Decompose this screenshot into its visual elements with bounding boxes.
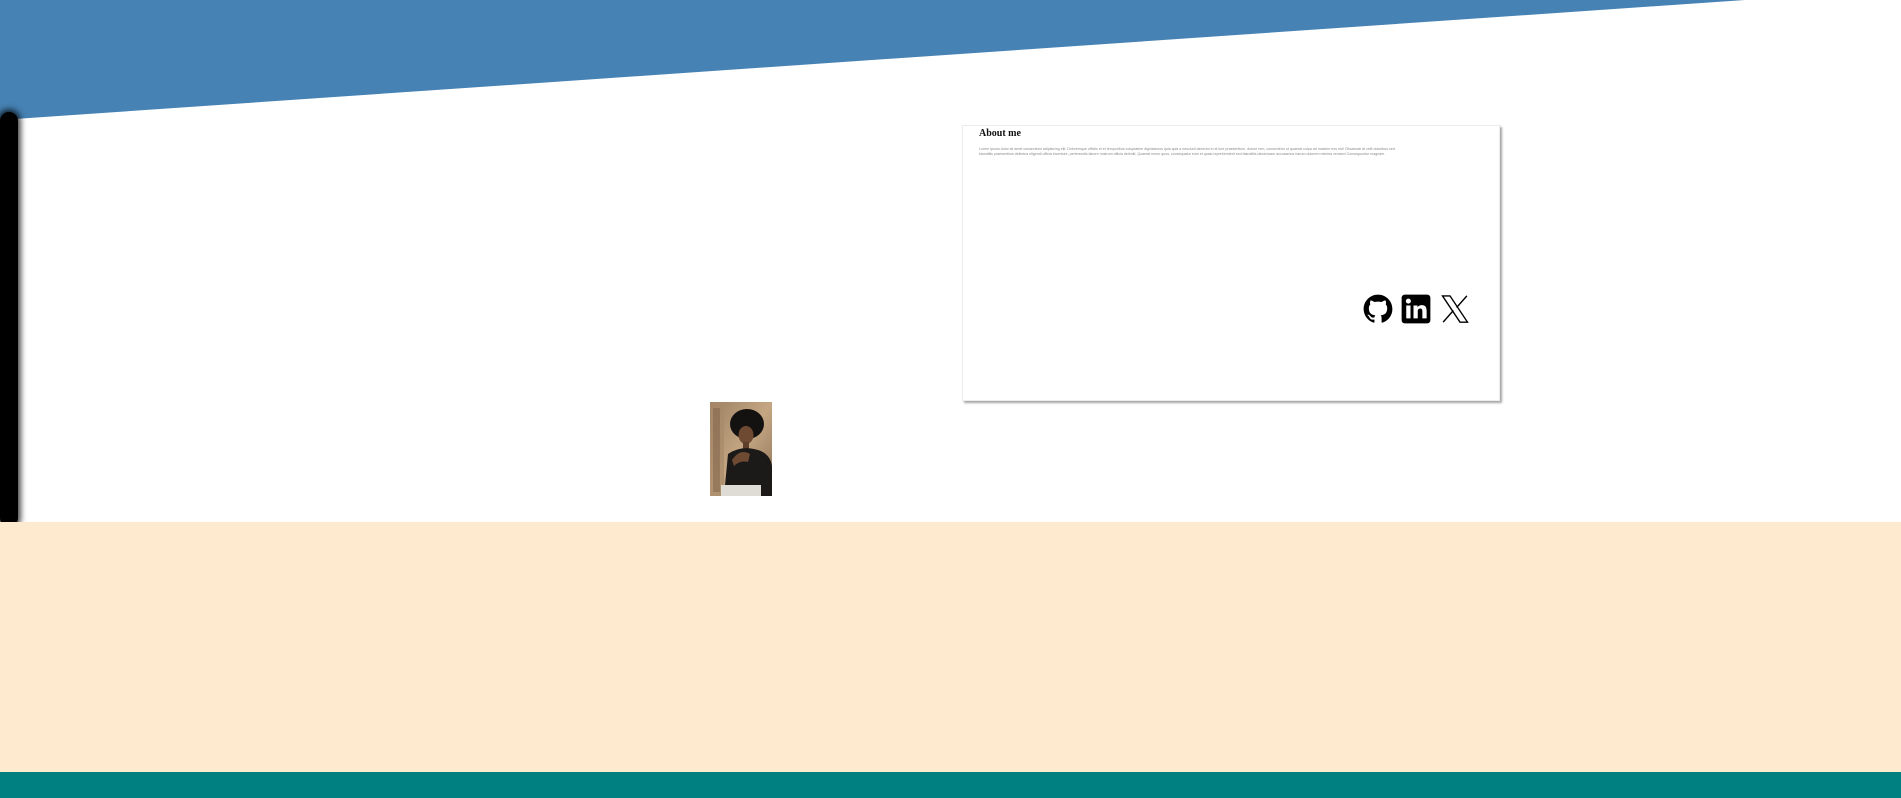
side-drawer-edge[interactable] xyxy=(0,112,18,527)
about-card: About me Lorem ipsum dolor sit amet cons… xyxy=(962,125,1500,401)
github-icon xyxy=(1363,294,1393,323)
cream-section xyxy=(0,522,1901,772)
hero-banner xyxy=(0,0,1745,120)
github-link[interactable] xyxy=(1363,294,1393,324)
linkedin-icon xyxy=(1401,294,1431,324)
portrait-photo xyxy=(710,402,772,496)
footer-bar xyxy=(0,772,1901,798)
x-icon xyxy=(1441,295,1469,323)
linkedin-link[interactable] xyxy=(1401,294,1431,324)
x-link[interactable] xyxy=(1440,294,1470,324)
hero-banner-shape xyxy=(0,0,1745,120)
about-text: Lorem ipsum dolor sit amet consectetur a… xyxy=(979,147,1395,157)
about-title: About me xyxy=(979,128,1021,139)
